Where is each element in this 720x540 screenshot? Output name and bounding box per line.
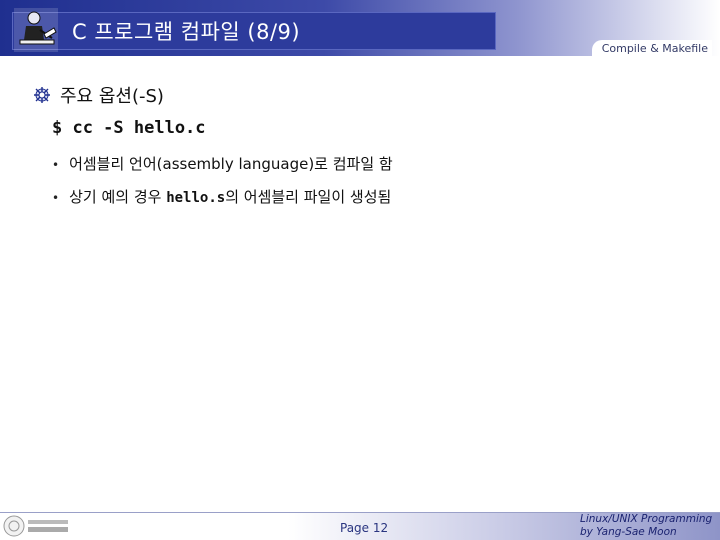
list-item: • 어셈블리 언어(assembly language)로 컴파일 함 bbox=[52, 153, 393, 174]
star-bullet-icon bbox=[34, 87, 50, 103]
university-logo-icon bbox=[3, 515, 68, 537]
section-title: 주요 옵션(-S) bbox=[60, 86, 164, 107]
list-item: • 상기 예의 경우 hello.s의 어셈블리 파일이 생성됨 bbox=[52, 186, 393, 207]
header-label: Compile & Makefile bbox=[591, 40, 712, 59]
slide-title: C 프로그램 컴파일 (8/9) bbox=[72, 20, 301, 44]
bullet-code: hello.s bbox=[166, 190, 226, 206]
command-line: $ cc -S hello.c bbox=[52, 118, 206, 138]
section-heading: 주요 옵션(-S) bbox=[32, 82, 164, 108]
credit-line-course: Linux/UNIX Programming bbox=[580, 513, 713, 525]
person-at-desk-icon bbox=[14, 8, 58, 52]
bullet-text: 상기 예의 경우 hello.s의 어셈블리 파일이 생성됨 bbox=[69, 186, 391, 207]
bullet-dot: • bbox=[52, 191, 60, 205]
credit-line-author: by Yang-Sae Moon bbox=[580, 526, 677, 538]
bullet-dot: • bbox=[52, 158, 60, 172]
course-credit: Linux/UNIX Programming by Yang-Sae Moon bbox=[580, 513, 712, 539]
bullet-suffix: 의 어셈블리 파일이 생성됨 bbox=[225, 188, 392, 206]
bullet-list: • 어셈블리 언어(assembly language)로 컴파일 함 • 상기… bbox=[52, 153, 393, 219]
bullet-prefix: 상기 예의 경우 bbox=[69, 188, 167, 206]
bullet-text: 어셈블리 언어(assembly language)로 컴파일 함 bbox=[69, 155, 393, 173]
page-number: Page 12 bbox=[340, 521, 389, 535]
